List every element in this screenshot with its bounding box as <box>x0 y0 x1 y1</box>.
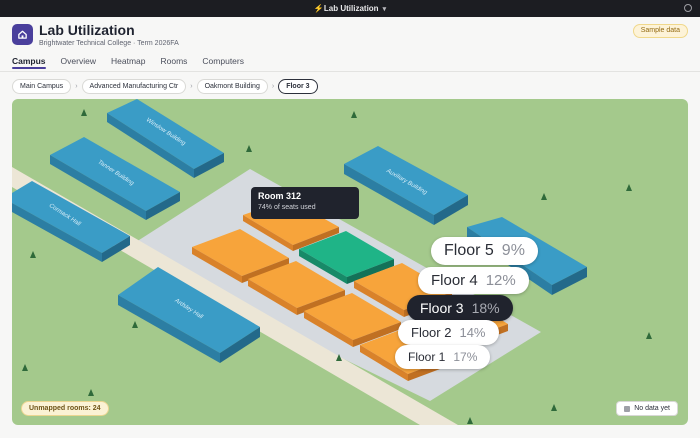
breadcrumb-oakmont-building[interactable]: Oakmont Building <box>196 78 268 94</box>
floor-percent: 18% <box>471 300 500 316</box>
floor-percent: 9% <box>501 242 525 259</box>
floor-5-button[interactable]: Floor 5 9% <box>431 237 538 265</box>
page-subtitle: Brightwater Technical College · Term 202… <box>39 40 179 47</box>
unmapped-rooms-badge[interactable]: Unmapped rooms: 24 <box>21 401 109 416</box>
chevron-down-icon: ▾ <box>382 6 387 13</box>
floor-4-button[interactable]: Floor 4 12% <box>418 267 529 294</box>
floor-label: Floor 4 <box>431 272 478 289</box>
tab-computers[interactable]: Computers <box>202 56 244 72</box>
floor-percent: 14% <box>459 325 486 340</box>
tooltip-room-detail: 74% of seats used <box>258 204 316 211</box>
room-tooltip: Room 312 74% of seats used <box>251 187 359 219</box>
no-data-swatch-icon <box>624 405 631 412</box>
legend-no-data-label: No data yet <box>634 405 670 412</box>
tab-bar: Campus Overview Heatmap Rooms Computers <box>12 56 259 72</box>
tooltip-room-name: Room 312 <box>258 191 302 201</box>
breadcrumb-main-campus[interactable]: Main Campus <box>12 78 72 94</box>
campus-map[interactable]: Winslow Building Tanner Building Cormack… <box>12 99 688 425</box>
window-control-icon[interactable] <box>684 4 692 12</box>
breadcrumb-separator-icon: › <box>190 82 193 90</box>
floor-label: Floor 5 <box>444 242 494 259</box>
tab-divider <box>0 71 700 72</box>
window-title-group[interactable]: ⚡Lab Utilization ▾ <box>0 3 700 15</box>
app-logo-icon <box>12 24 33 45</box>
sample-data-badge: Sample data <box>632 24 688 38</box>
breadcrumb-advanced-manufacturing[interactable]: Advanced Manufacturing Ctr <box>81 78 187 94</box>
building-auxiliary[interactable]: Auxiliary Building <box>344 146 468 225</box>
floor-3-button[interactable]: Floor 3 18% <box>407 295 513 321</box>
tab-campus[interactable]: Campus <box>12 56 46 72</box>
floor-2-button[interactable]: Floor 2 14% <box>398 320 499 345</box>
window-titlebar: ⚡Lab Utilization ▾ <box>0 0 700 17</box>
tab-rooms[interactable]: Rooms <box>160 56 187 72</box>
campus-map-canvas[interactable]: Winslow Building Tanner Building Cormack… <box>12 99 688 425</box>
floor-label: Floor 3 <box>420 300 464 316</box>
floor-label: Floor 1 <box>408 350 446 364</box>
breadcrumb: Main Campus › Advanced Manufacturing Ctr… <box>12 78 318 94</box>
tab-heatmap[interactable]: Heatmap <box>111 56 146 72</box>
breadcrumb-separator-icon: › <box>271 82 275 90</box>
bolt-icon: ⚡ <box>313 4 324 13</box>
legend-no-data: No data yet <box>616 401 678 416</box>
page-title: Lab Utilization <box>39 22 135 38</box>
tab-overview[interactable]: Overview <box>61 56 96 72</box>
floor-percent: 17% <box>453 350 478 364</box>
breadcrumb-floor-3[interactable]: Floor 3 <box>278 78 318 94</box>
breadcrumb-separator-icon: › <box>75 82 78 90</box>
floor-label: Floor 2 <box>411 325 452 340</box>
floor-percent: 12% <box>485 272 516 289</box>
window-title: Lab Utilization <box>323 4 379 13</box>
floor-1-button[interactable]: Floor 1 17% <box>395 345 491 369</box>
